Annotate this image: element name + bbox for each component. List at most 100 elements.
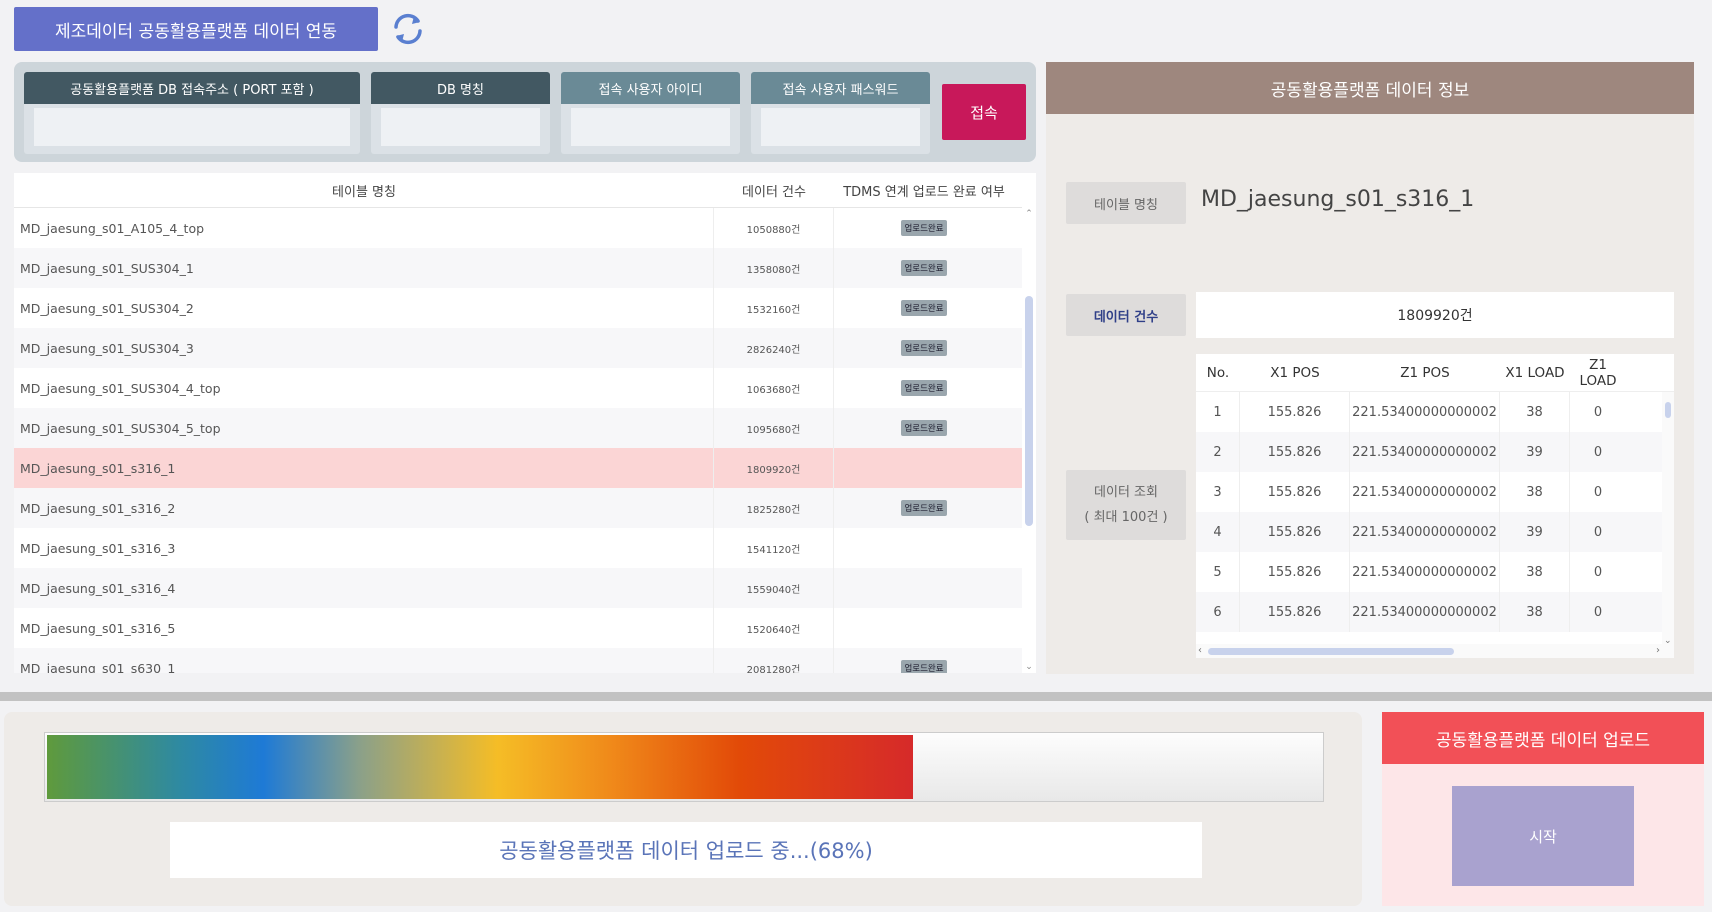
cell-z1-load: 0 <box>1593 524 1603 540</box>
upload-complete-badge: 업로드완료 <box>901 340 947 356</box>
column-header-x1-load: X1 LOAD <box>1505 364 1565 381</box>
column-header-no: No. <box>1206 364 1230 381</box>
table-row-status: 업로드완료 <box>834 208 1014 248</box>
connect-button[interactable]: 접속 <box>942 84 1026 140</box>
table-row-count: 1520640건 <box>714 608 834 648</box>
cell-z1-pos: 221.53400000000002 <box>1350 552 1500 592</box>
column-header-upload-status[interactable]: TDMS 연계 업로드 완료 여부 <box>834 181 1014 200</box>
table-row-name: MD_jaesung_s01_SUS304_2 <box>14 288 714 328</box>
table-row-status: 업로드완료 <box>834 368 1014 408</box>
table-row[interactable]: MD_jaesung_s01_A105_4_top 1050880건 업로드완료 <box>14 208 1022 248</box>
table-row-status <box>834 528 1014 568</box>
table-row-count: 1559040건 <box>714 568 834 608</box>
table-row-status: 업로드완료 <box>834 248 1014 288</box>
db-name-label: DB 명칭 <box>371 72 550 104</box>
data-row: 2 155.826 221.53400000000002 39 0 <box>1196 432 1674 472</box>
table-row[interactable]: MD_jaesung_s01_s630_1 2081280건 업로드완료 <box>14 648 1022 673</box>
table-list-header: 테이블 명칭 데이터 건수 TDMS 연계 업로드 완료 여부 <box>14 173 1022 208</box>
data-preview-header: No. X1 POS Z1 POS X1 LOAD Z1 LOAD <box>1196 354 1674 392</box>
cell-no: 4 <box>1196 512 1240 552</box>
table-row-count: 2826240건 <box>714 328 834 368</box>
table-row[interactable]: MD_jaesung_s01_SUS304_4_top 1063680건 업로드완료 <box>14 368 1022 408</box>
data-query-label: 데이터 조회 ( 최대 100건 ) <box>1066 470 1186 540</box>
column-header-count[interactable]: 데이터 건수 <box>714 181 834 200</box>
vscroll-thumb[interactable] <box>1665 402 1671 418</box>
table-row-status <box>834 448 1014 488</box>
table-row-count: 1063680건 <box>714 368 834 408</box>
upload-panel: 공동활용플랫폼 데이터 업로드 시작 <box>1382 712 1704 906</box>
table-row-count: 1095680건 <box>714 408 834 448</box>
table-row[interactable]: MD_jaesung_s01_SUS304_1 1358080건 업로드완료 <box>14 248 1022 288</box>
cell-x1-pos: 155.826 <box>1240 592 1350 632</box>
table-row-count: 1541120건 <box>714 528 834 568</box>
cell-x1-load: 38 <box>1500 552 1570 592</box>
data-preview-rows: 1 155.826 221.53400000000002 38 0 2 155.826 221… <box>1196 392 1674 632</box>
cell-no: 1 <box>1196 392 1240 432</box>
upload-complete-badge: 업로드완료 <box>901 220 947 236</box>
scrollbar-thumb[interactable] <box>1025 296 1033 526</box>
data-row: 3 155.826 221.53400000000002 38 0 <box>1196 472 1674 512</box>
table-row-name: MD_jaesung_s01_A105_4_top <box>14 208 714 248</box>
scroll-down-icon[interactable]: ⌄ <box>1022 661 1036 673</box>
scroll-up-icon[interactable]: ⌃ <box>1022 208 1036 220</box>
cell-no: 3 <box>1196 472 1240 512</box>
hscroll-thumb[interactable] <box>1208 648 1454 655</box>
data-row: 4 155.826 221.53400000000002 39 0 <box>1196 512 1674 552</box>
cell-z1-load: 0 <box>1593 404 1603 420</box>
cell-z1-pos: 221.53400000000002 <box>1350 392 1500 432</box>
table-row[interactable]: MD_jaesung_s01_s316_5 1520640건 <box>14 608 1022 648</box>
scroll-left-icon[interactable]: ‹ <box>1198 644 1202 658</box>
cell-x1-pos: 155.826 <box>1240 392 1350 432</box>
table-list: 테이블 명칭 데이터 건수 TDMS 연계 업로드 완료 여부 MD_jaesu… <box>14 173 1036 673</box>
table-row-name: MD_jaesung_s01_SUS304_1 <box>14 248 714 288</box>
table-row-status: 업로드완료 <box>834 288 1014 328</box>
table-row-status <box>834 568 1014 608</box>
data-row: 1 155.826 221.53400000000002 38 0 <box>1196 392 1674 432</box>
upload-complete-badge: 업로드완료 <box>901 380 947 396</box>
table-row-name: MD_jaesung_s01_s316_2 <box>14 488 714 528</box>
table-row-count: 2081280건 <box>714 648 834 673</box>
table-row[interactable]: MD_jaesung_s01_s316_3 1541120건 <box>14 528 1022 568</box>
table-row[interactable]: MD_jaesung_s01_s316_2 1825280건 업로드완료 <box>14 488 1022 528</box>
table-row[interactable]: MD_jaesung_s01_SUS304_5_top 1095680건 업로드완료 <box>14 408 1022 448</box>
start-button[interactable]: 시작 <box>1452 786 1634 886</box>
password-field: 접속 사용자 패스워드 <box>751 72 930 154</box>
data-query-label-line2: ( 최대 100건 ) <box>1084 510 1168 525</box>
column-header-z1-pos: Z1 POS <box>1400 364 1450 381</box>
user-id-input[interactable] <box>571 108 730 146</box>
table-row-status: 업로드완료 <box>834 328 1014 368</box>
cell-x1-pos: 155.826 <box>1240 552 1350 592</box>
cell-x1-load: 38 <box>1500 392 1570 432</box>
scroll-right-icon[interactable]: › <box>1656 644 1660 658</box>
table-row[interactable]: MD_jaesung_s01_SUS304_3 2826240건 업로드완료 <box>14 328 1022 368</box>
column-header-x1-pos: X1 POS <box>1270 364 1320 381</box>
table-row[interactable]: MD_jaesung_s01_s316_4 1559040건 <box>14 568 1022 608</box>
table-row-status: 업로드완료 <box>834 408 1014 448</box>
table-row-status: 업로드완료 <box>834 488 1014 528</box>
table-row[interactable]: MD_jaesung_s01_SUS304_2 1532160건 업로드완료 <box>14 288 1022 328</box>
data-row: 6 155.826 221.53400000000002 38 0 <box>1196 592 1674 632</box>
table-row-count: 1825280건 <box>714 488 834 528</box>
cell-no: 6 <box>1196 592 1240 632</box>
upload-complete-badge: 업로드완료 <box>901 500 947 516</box>
cell-x1-load: 38 <box>1500 472 1570 512</box>
upload-complete-badge: 업로드완료 <box>901 660 947 673</box>
password-input[interactable] <box>761 108 920 146</box>
cell-x1-pos: 155.826 <box>1240 432 1350 472</box>
db-address-input[interactable] <box>34 108 350 146</box>
cell-z1-load: 0 <box>1593 444 1603 460</box>
db-name-input[interactable] <box>381 108 540 146</box>
data-preview-hscroll[interactable]: ‹ › <box>1196 644 1674 658</box>
data-preview-vscroll[interactable]: ⌄ <box>1662 392 1674 646</box>
cell-z1-load: 0 <box>1593 484 1603 500</box>
table-row[interactable]: MD_jaesung_s01_s316_1 1809920건 <box>14 448 1022 488</box>
cell-z1-pos: 221.53400000000002 <box>1350 512 1500 552</box>
cell-z1-pos: 221.53400000000002 <box>1350 472 1500 512</box>
table-list-scrollbar[interactable]: ⌃ ⌄ <box>1022 208 1036 673</box>
column-header-table-name[interactable]: 테이블 명칭 <box>14 181 714 200</box>
upload-progress-fill <box>47 735 914 799</box>
page-title-button[interactable]: 제조데이터 공동활용플랫폼 데이터 연동 <box>14 7 378 51</box>
data-count-value: 1809920건 <box>1196 292 1674 338</box>
cell-z1-load: 0 <box>1593 604 1603 620</box>
refresh-icon[interactable] <box>388 11 428 47</box>
